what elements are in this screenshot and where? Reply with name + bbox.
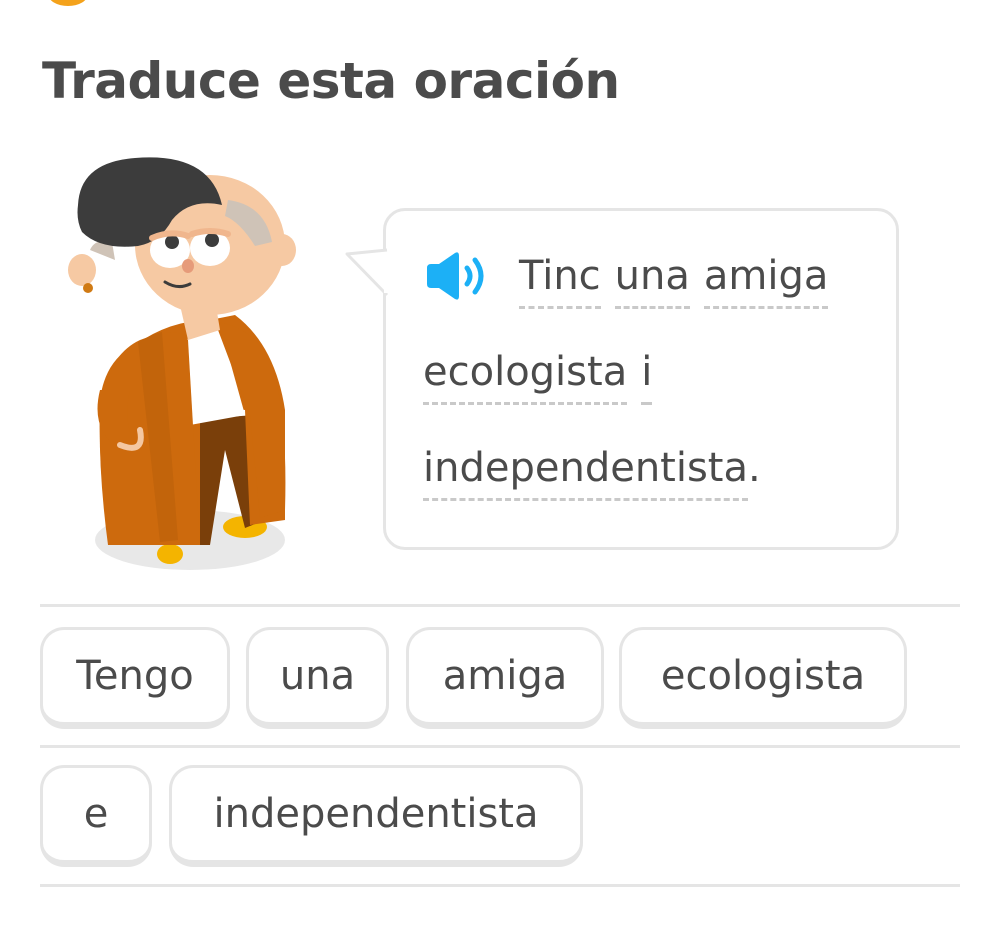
prompt-word[interactable]: Tinc — [519, 252, 601, 309]
progress-indicator — [48, 0, 88, 6]
prompt-word[interactable]: ecologista — [423, 348, 628, 405]
answer-line-2 — [40, 745, 960, 748]
prompt-word[interactable]: una — [614, 252, 690, 309]
answer-line-3 — [40, 884, 960, 887]
character-illustration — [68, 157, 296, 570]
lesson-screen: Traduce esta oración Tinc una amiga ecol… — [0, 0, 1000, 926]
prompt-line-2: ecologista i — [423, 348, 653, 408]
answer-line-1 — [40, 604, 960, 607]
word-tile[interactable]: ecologista — [619, 627, 907, 729]
word-tile[interactable]: e — [40, 765, 152, 867]
word-tile[interactable]: independentista — [169, 765, 583, 867]
prompt-line-1: Tinc una amiga — [519, 252, 829, 312]
page-title: Traduce esta oración — [42, 52, 620, 110]
word-tile[interactable]: Tengo — [40, 627, 230, 729]
speech-bubble-tail — [345, 248, 390, 297]
speaker-icon[interactable] — [425, 252, 489, 300]
prompt-punctuation: . — [748, 445, 761, 491]
prompt-word[interactable]: amiga — [703, 252, 829, 309]
prompt-word[interactable]: i — [641, 348, 653, 405]
word-tile[interactable]: amiga — [406, 627, 604, 729]
prompt-word[interactable]: independentista — [423, 444, 748, 501]
word-tile[interactable]: una — [246, 627, 389, 729]
prompt-line-3: independentista . — [423, 444, 761, 504]
